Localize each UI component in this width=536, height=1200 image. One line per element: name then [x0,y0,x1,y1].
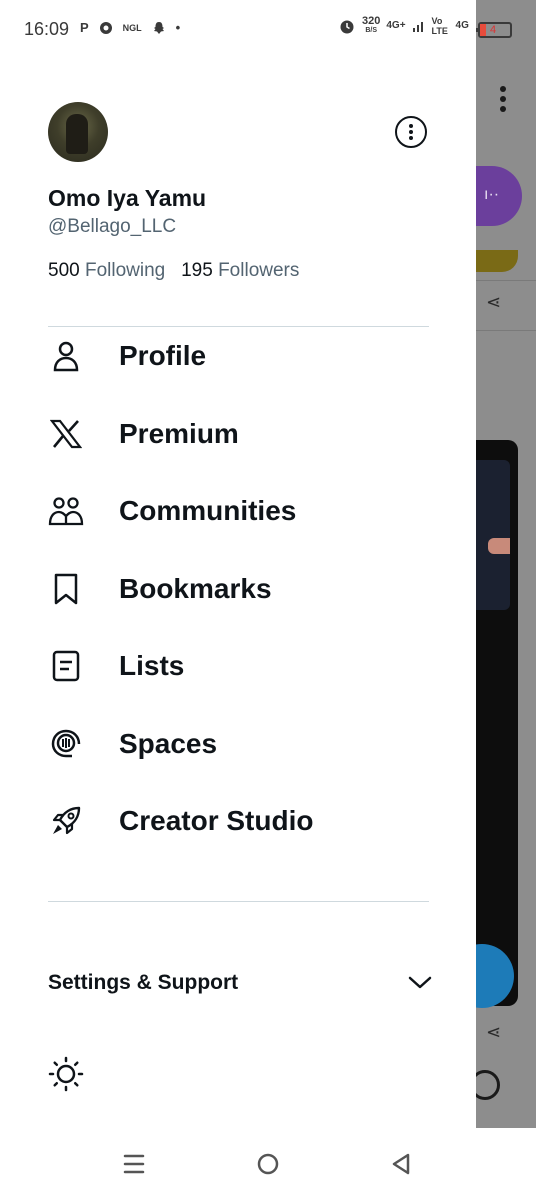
background-image [476,460,510,610]
menu-item-label: Premium [119,418,239,449]
volte-label: Vo LTE [431,16,448,36]
menu-item-spaces[interactable]: Spaces [48,716,438,772]
list-icon [48,648,84,684]
more-vertical-icon [498,86,508,116]
divider [476,280,536,281]
navigation-drawer: Omo Iya Yamu @Bellago_LLC 500 Following … [0,60,476,1128]
menu-item-label: Profile [119,340,207,371]
status-bar: 16:09 P NGL • 320 B/S 4G+ Vo LTE 4G 4 [0,0,512,60]
app-p-icon: P [80,20,89,35]
share-icon: ⋖ [486,1022,502,1042]
network-type: 4G+ [386,20,406,31]
rocket-icon [48,803,84,839]
background-icon [476,1070,500,1100]
followers-link[interactable]: 195 Followers [181,260,299,281]
status-time: 16:09 [24,19,70,39]
following-link[interactable]: 500 Following [48,260,165,281]
recents-button[interactable] [118,1148,150,1180]
network-speed: 320 [362,15,381,27]
home-button[interactable] [252,1148,284,1180]
snapchat-icon [153,21,164,34]
profile-handle[interactable]: @Bellago_LLC [48,216,176,238]
signal-icon [412,22,423,32]
menu-item-premium[interactable]: Premium [48,406,438,462]
communities-icon [48,493,84,529]
x-logo-icon [48,416,84,452]
network-type-2: 4G [455,20,469,31]
profile-name[interactable]: Omo Iya Yamu [48,185,206,212]
divider [48,901,429,902]
back-triangle-icon [392,1153,410,1175]
background-button: ı·· [476,166,522,226]
ngl-icon: NGL [122,22,142,33]
menu-item-label: Creator Studio [119,805,314,836]
menu-lines-icon [123,1154,145,1174]
followers-count: 195 [181,260,213,281]
menu-item-creator-studio[interactable]: Creator Studio [48,793,438,849]
following-count: 500 [48,260,80,281]
menu-item-label: Lists [119,650,185,681]
menu-item-label: Spaces [119,728,218,759]
system-navigation-bar [0,1128,536,1200]
home-circle-icon [257,1153,279,1175]
settings-support-label: Settings & Support [48,971,239,994]
dot-icon: • [175,20,181,35]
alarm-icon [340,20,354,34]
display-theme-button[interactable] [48,1056,84,1092]
account-options-button[interactable] [395,116,427,148]
settings-support-toggle[interactable]: Settings & Support [48,966,433,1000]
menu-item-label: Bookmarks [119,573,272,604]
followers-label: Followers [218,260,300,281]
chevron-down-icon [408,976,432,989]
background-image [488,538,510,554]
chrome-icon [99,21,112,34]
menu-item-label: Communities [119,495,297,526]
network-speed-unit: B/S [365,27,378,34]
background-card [476,440,518,1006]
battery-level: 4 [490,24,497,36]
battery-icon: 4 [478,22,512,38]
person-icon [48,338,84,374]
back-button[interactable] [385,1148,417,1180]
system-indicators: 320 B/S 4G+ Vo LTE 4G [338,16,487,36]
notification-icons: P NGL • [80,20,180,35]
spaces-icon [48,726,84,762]
divider [48,326,429,327]
menu-item-profile[interactable]: Profile [48,328,438,384]
divider [476,330,536,331]
menu-item-communities[interactable]: Communities [48,483,438,539]
following-label: Following [84,260,166,281]
menu-item-bookmarks[interactable]: Bookmarks [48,561,438,617]
avatar[interactable] [48,102,108,162]
menu-item-lists[interactable]: Lists [48,638,438,694]
sun-icon [48,1056,84,1092]
background-image [476,250,518,272]
bookmark-icon [48,571,84,607]
share-icon: ⋖ [486,292,502,312]
follow-stats: 500 Following 195 Followers [48,260,299,282]
background-app-overlay[interactable]: ı·· ⋖ ⋖ [476,0,536,1128]
